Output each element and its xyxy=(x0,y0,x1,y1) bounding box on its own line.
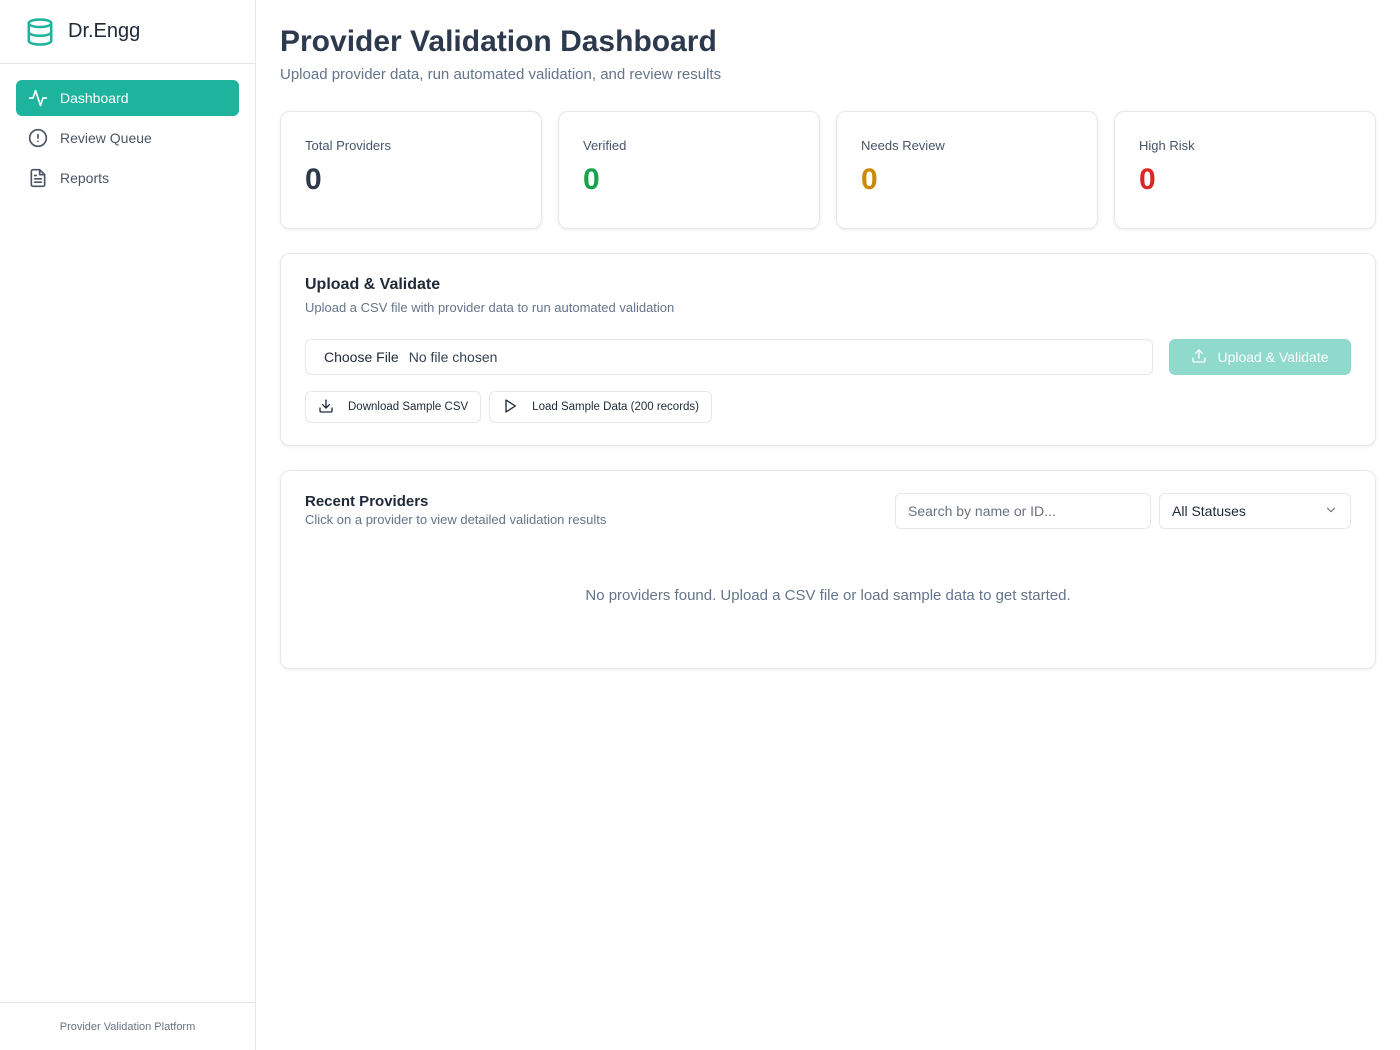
recent-header: Recent Providers Click on a provider to … xyxy=(305,493,1351,529)
file-text-icon xyxy=(28,168,48,188)
recent-controls: All Statuses xyxy=(895,493,1351,529)
stat-label: Verified xyxy=(583,138,627,153)
upload-validate-label: Upload & Validate xyxy=(1217,349,1329,365)
sidebar-item-label: Dashboard xyxy=(60,90,129,106)
app: Dr.Engg Dashboard Review Queue Reports P… xyxy=(0,0,1400,1050)
stat-label: Total Providers xyxy=(305,138,391,153)
recent-title: Recent Providers xyxy=(305,493,429,510)
sidebar-nav: Dashboard Review Queue Reports xyxy=(0,64,255,1002)
empty-state: No providers found. Upload a CSV file or… xyxy=(585,587,1071,604)
status-filter-value: All Statuses xyxy=(1172,503,1246,519)
upload-description: Upload a CSV file with provider data to … xyxy=(305,300,675,315)
sidebar-item-dashboard[interactable]: Dashboard xyxy=(16,80,239,116)
download-sample-button[interactable]: Download Sample CSV xyxy=(305,391,482,423)
stat-value: 0 xyxy=(861,163,878,196)
alert-circle-icon xyxy=(28,128,48,148)
stat-card-verified: Verified 0 xyxy=(558,111,820,229)
download-icon xyxy=(318,398,334,417)
stat-value: 0 xyxy=(305,163,322,196)
stat-value: 0 xyxy=(1139,163,1156,196)
activity-icon xyxy=(28,88,48,108)
file-status: No file chosen xyxy=(408,349,498,365)
upload-icon xyxy=(1191,348,1207,367)
recent-heading: Recent Providers Click on a provider to … xyxy=(305,493,606,527)
file-input[interactable]: Choose File No file chosen xyxy=(305,339,1153,375)
sidebar-item-label: Reports xyxy=(60,170,110,186)
main-content: Provider Validation Dashboard Upload pro… xyxy=(256,0,1400,1050)
brand[interactable]: Dr.Engg xyxy=(0,0,255,64)
sidebar-item-review-queue[interactable]: Review Queue xyxy=(16,120,239,156)
recent-description: Click on a provider to view detailed val… xyxy=(305,512,607,527)
stat-card-needs-review: Needs Review 0 xyxy=(836,111,1098,229)
page-title: Provider Validation Dashboard xyxy=(280,25,717,58)
upload-card: Upload & Validate Upload a CSV file with… xyxy=(280,253,1376,446)
upload-row: Choose File No file chosen Upload & Vali… xyxy=(305,339,1351,375)
stat-value: 0 xyxy=(583,163,600,196)
stat-card-total: Total Providers 0 xyxy=(280,111,542,229)
stat-card-high-risk: High Risk 0 xyxy=(1114,111,1376,229)
choose-file-button[interactable]: Choose File xyxy=(324,349,399,365)
stats-row: Total Providers 0 Verified 0 Needs Revie… xyxy=(280,111,1376,229)
upload-title: Upload & Validate xyxy=(305,276,441,293)
stat-label: High Risk xyxy=(1139,138,1195,153)
search-input[interactable] xyxy=(895,493,1151,529)
page-subtitle: Upload provider data, run automated vali… xyxy=(280,66,722,83)
brand-name: Dr.Engg xyxy=(68,20,141,42)
load-sample-button[interactable]: Load Sample Data (200 records) xyxy=(489,391,713,423)
sidebar: Dr.Engg Dashboard Review Queue Reports P… xyxy=(0,0,256,1050)
upload-validate-button[interactable]: Upload & Validate xyxy=(1169,339,1351,375)
play-icon xyxy=(502,398,518,417)
recent-providers-card: Recent Providers Click on a provider to … xyxy=(280,470,1376,669)
status-filter-select[interactable]: All Statuses xyxy=(1159,493,1351,529)
download-sample-label: Download Sample CSV xyxy=(348,401,469,413)
sidebar-item-reports[interactable]: Reports xyxy=(16,160,239,196)
sidebar-footer: Provider Validation Platform xyxy=(0,1002,255,1050)
load-sample-label: Load Sample Data (200 records) xyxy=(532,401,700,413)
sample-actions: Download Sample CSV Load Sample Data (20… xyxy=(305,391,1351,423)
stat-label: Needs Review xyxy=(861,138,945,153)
database-icon xyxy=(24,16,56,48)
sidebar-item-label: Review Queue xyxy=(60,130,152,146)
chevron-down-icon xyxy=(1324,503,1338,520)
